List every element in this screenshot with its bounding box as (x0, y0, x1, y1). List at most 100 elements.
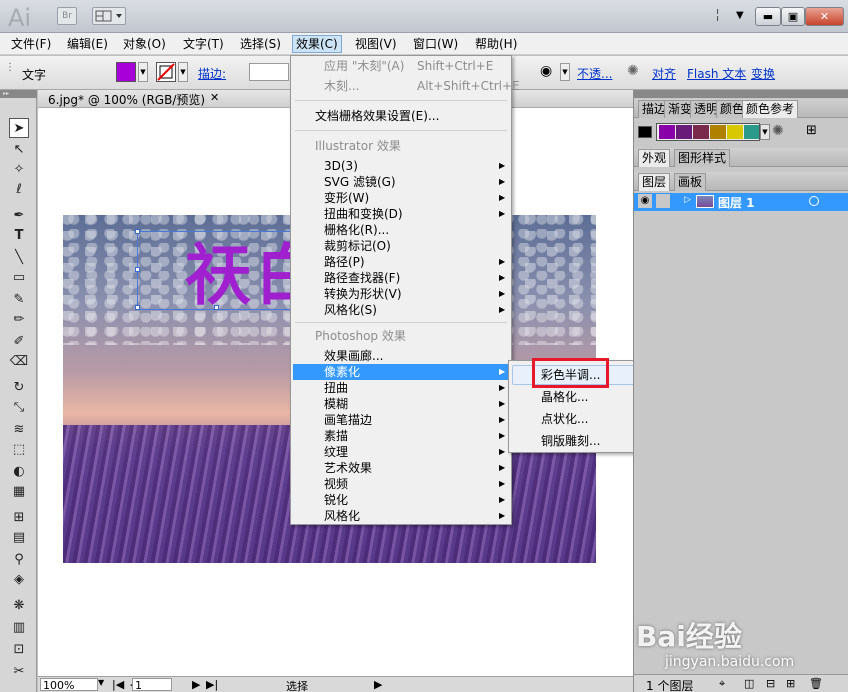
minimize-button[interactable]: ▬ (755, 7, 781, 26)
menu-type[interactable]: 文字(T) (180, 35, 227, 53)
menu-item-sketch[interactable]: 素描 ▶ (293, 428, 509, 444)
status-menu-icon[interactable]: ▶ (374, 678, 382, 691)
menu-item-rasterize[interactable]: 栅格化(R)... (293, 222, 509, 238)
slice-tool-icon[interactable]: ✂ (9, 662, 29, 682)
fill-swatch[interactable] (116, 62, 136, 82)
pencil-tool-icon[interactable]: ✏ (9, 310, 29, 330)
first-page-icon[interactable]: |◀ (112, 678, 124, 691)
selection-tool-icon[interactable]: ➤ (9, 118, 29, 138)
eraser-tool-icon[interactable]: ⌫ (9, 352, 29, 372)
edit-colors-icon[interactable]: ✺ (772, 123, 784, 139)
menu-item-3d[interactable]: 3D(3) ▶ (293, 158, 509, 174)
eyedropper-tool-icon[interactable]: ⚲ (9, 550, 29, 570)
stroke-swatch[interactable] (156, 62, 176, 82)
menu-object[interactable]: 对象(O) (120, 35, 169, 53)
fill-dropdown-icon[interactable]: ▼ (138, 62, 148, 82)
menu-item-blur[interactable]: 模糊 ▶ (293, 396, 509, 412)
swatch[interactable] (659, 125, 675, 139)
stroke-dropdown-icon[interactable]: ▼ (178, 62, 188, 82)
close-tab-icon[interactable]: ✕ (210, 91, 219, 104)
shape-builder-tool-icon[interactable]: ◐ (9, 462, 29, 482)
menu-item-convert-shape[interactable]: 转换为形状(V) ▶ (293, 286, 509, 302)
save-color-group-icon[interactable]: ⊞ (806, 123, 817, 138)
crystallize-item[interactable]: 晶格化... (541, 389, 588, 405)
next-page-icon[interactable]: ▶ (192, 678, 200, 691)
menu-item-warp[interactable]: 变形(W) ▶ (293, 190, 509, 206)
pen-tool-icon[interactable]: ✒ (9, 206, 29, 226)
swatch[interactable] (727, 125, 743, 139)
menu-item-path[interactable]: 路径(P) ▶ (293, 254, 509, 270)
tab-appearance[interactable]: 外观 (638, 149, 671, 167)
expand-arrow-icon[interactable]: ▷ (684, 195, 691, 205)
menu-effect[interactable]: 效果(C) (292, 35, 342, 53)
column-graph-tool-icon[interactable]: ▥ (9, 618, 29, 638)
layer-row[interactable]: ◉ ▷ 图层 1 (634, 193, 848, 211)
handle-ml[interactable] (135, 267, 140, 272)
visibility-eye-icon[interactable]: ◉ (638, 194, 652, 208)
align-link[interactable]: 对齐 (652, 65, 676, 82)
menu-item-pixelate[interactable]: 像素化 ▶ (293, 364, 509, 380)
recolor-icon[interactable]: ✺ (627, 63, 639, 79)
tab-layers[interactable]: 图层 (638, 173, 671, 191)
menu-item-pathfinder[interactable]: 路径查找器(F) ▶ (293, 270, 509, 286)
locate-object-icon[interactable]: ⌖ (719, 677, 725, 691)
base-color-swatch[interactable] (638, 126, 652, 138)
menu-item-stylize-ai[interactable]: 风格化(S) ▶ (293, 302, 509, 318)
blob-brush-tool-icon[interactable]: ✐ (9, 332, 29, 352)
menu-item-texture[interactable]: 纹理 ▶ (293, 444, 509, 460)
handle-bm[interactable] (214, 305, 219, 310)
menu-window[interactable]: 窗口(W) (410, 35, 461, 53)
lock-toggle[interactable] (656, 194, 670, 208)
pointillize-item[interactable]: 点状化... (541, 411, 588, 427)
handle-tl[interactable] (135, 229, 140, 234)
menu-file[interactable]: 文件(F) (8, 35, 54, 53)
perspective-grid-tool-icon[interactable]: ▦ (9, 482, 29, 502)
brush-dropdown-icon[interactable]: ▼ (560, 63, 570, 81)
gradient-tool-icon[interactable]: ▤ (9, 528, 29, 548)
tab-color-guide[interactable]: 颜色参考 (742, 100, 799, 118)
opacity-link[interactable]: 不透... (577, 65, 612, 82)
text-selection-box[interactable] (135, 229, 297, 310)
maximize-button[interactable]: ▣ (781, 7, 805, 26)
blend-tool-icon[interactable]: ◈ (9, 570, 29, 590)
menu-item-video[interactable]: 视频 ▶ (293, 476, 509, 492)
swatch[interactable] (676, 125, 692, 139)
zoom-dropdown-icon[interactable]: ▼ (98, 678, 104, 687)
workspace-menu-icon[interactable]: ▼ (736, 10, 744, 21)
raster-settings-item[interactable]: 文档栅格效果设置(E)... (293, 108, 509, 124)
paintbrush-tool-icon[interactable]: ✎ (9, 290, 29, 310)
target-circle-icon[interactable] (809, 196, 819, 206)
last-effect-item[interactable]: 木刻... Alt+Shift+Ctrl+E (293, 78, 520, 94)
new-layer-icon[interactable]: ⊞ (786, 677, 795, 690)
harmony-swatches[interactable] (656, 123, 760, 141)
mesh-tool-icon[interactable]: ⊞ (9, 508, 29, 528)
menu-item-sharpen[interactable]: 锐化 ▶ (293, 492, 509, 508)
menu-item-svg-filters[interactable]: SVG 滤镜(G) ▶ (293, 174, 509, 190)
transform-link[interactable]: 变换 (751, 65, 775, 82)
menu-select[interactable]: 选择(S) (237, 35, 284, 53)
type-tool-icon[interactable]: T (9, 226, 29, 246)
harmony-dropdown-icon[interactable]: ▼ (760, 124, 770, 140)
swatch[interactable] (744, 125, 759, 139)
flash-text-link[interactable]: Flash 文本 (687, 65, 746, 82)
menu-item-artistic[interactable]: 艺术效果 ▶ (293, 460, 509, 476)
bridge-button[interactable]: Br (57, 7, 77, 25)
mezzotint-item[interactable]: 铜版雕刻... (541, 433, 600, 449)
direct-selection-tool-icon[interactable]: ↖ (9, 140, 29, 160)
brush-icon[interactable]: ◉ (540, 63, 552, 79)
new-sublayer-icon[interactable]: ⊟ (766, 677, 775, 690)
apply-last-effect-item[interactable]: 应用 "木刻"(A) Shift+Ctrl+E (293, 58, 509, 74)
menu-item-crop-marks[interactable]: 裁剪标记(O) (293, 238, 509, 254)
rectangle-tool-icon[interactable]: ▭ (9, 268, 29, 288)
clipping-mask-icon[interactable]: ◫ (744, 677, 754, 690)
delete-layer-icon[interactable]: 🗑 (809, 677, 823, 690)
last-page-icon[interactable]: ▶| (206, 678, 218, 691)
arrange-documents-button[interactable] (92, 7, 126, 25)
swatch[interactable] (693, 125, 709, 139)
stroke-label[interactable]: 描边: (198, 65, 226, 82)
layer-name[interactable]: 图层 1 (718, 194, 755, 211)
menu-view[interactable]: 视图(V) (352, 35, 400, 53)
stroke-weight-field[interactable] (249, 63, 289, 81)
page-field[interactable]: 1 (132, 678, 172, 692)
menu-item-stylize-ps[interactable]: 风格化 ▶ (293, 508, 509, 524)
